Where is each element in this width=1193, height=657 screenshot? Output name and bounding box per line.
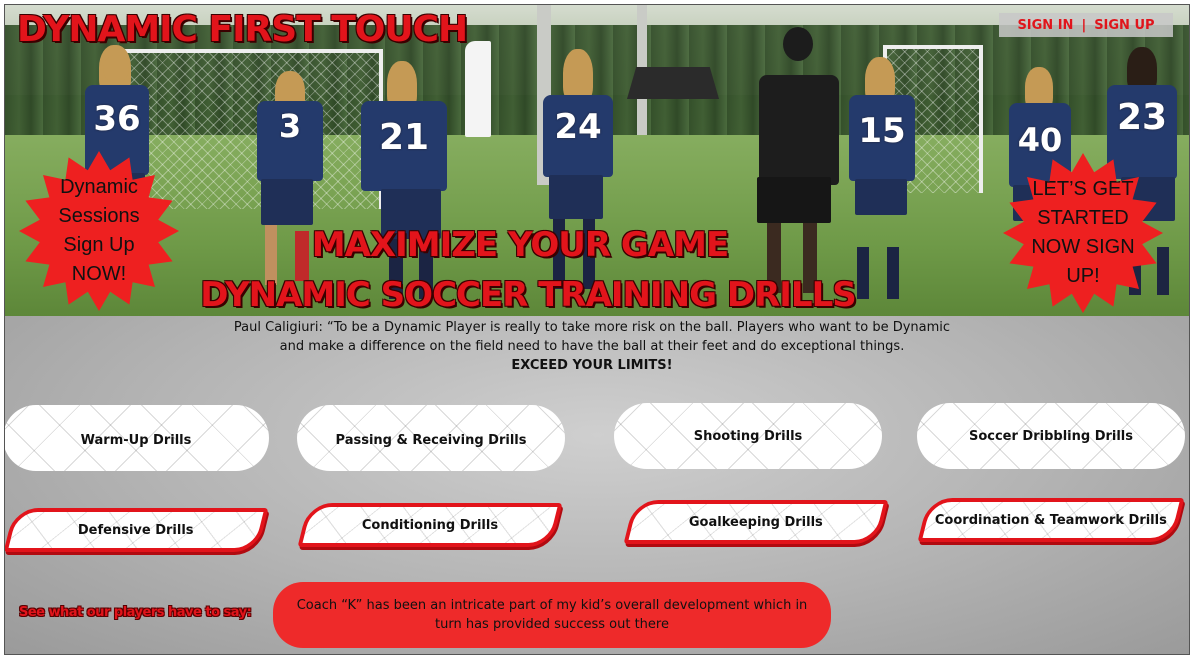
jersey-number: 3 (278, 107, 302, 145)
sign-in-link[interactable]: SIGN IN (1017, 18, 1073, 33)
player-figure (753, 27, 843, 315)
jersey-number: 15 (858, 111, 906, 151)
button-label: Goalkeeping Drills (689, 514, 823, 530)
hero-headline-line2: DYNAMIC SOCCER TRAINING DRILLS (200, 275, 856, 315)
soccer-dribbling-drills-button[interactable]: Soccer Dribbling Drills (917, 403, 1185, 469)
quote-line: Paul Caligiuri: “To be a Dynamic Player … (233, 320, 951, 335)
testimonial-text: Coach “K” has been an intricate part of … (296, 598, 808, 632)
goalkeeping-drills-button[interactable]: Goalkeeping Drills (623, 500, 889, 544)
caligiuri-quote: Paul Caligiuri: “To be a Dynamic Player … (5, 318, 1189, 375)
hero-headline-line1: MAXIMIZE YOUR GAME (311, 225, 729, 265)
auth-separator: | (1081, 17, 1087, 33)
button-label: Coordination & Teamwork Drills (935, 512, 1167, 528)
page-frame: 36 3 21 24 15 40 23 DYNAMIC FIRST TOUCH … (4, 4, 1190, 655)
defensive-drills-button[interactable]: Defensive Drills (5, 508, 269, 552)
passing-receiving-drills-button[interactable]: Passing & Receiving Drills (297, 405, 565, 471)
warm-up-drills-button[interactable]: Warm-Up Drills (5, 405, 269, 471)
button-label: Passing & Receiving Drills (335, 432, 527, 448)
jersey-number: 40 (1017, 121, 1063, 159)
hero-banner: 36 3 21 24 15 40 23 DYNAMIC FIRST TOUCH … (5, 5, 1189, 316)
button-label: Shooting Drills (693, 428, 803, 444)
jersey-number: 23 (1116, 97, 1168, 138)
shooting-drills-button[interactable]: Shooting Drills (614, 403, 882, 469)
conditioning-drills-button[interactable]: Conditioning Drills (297, 503, 563, 547)
sign-up-link[interactable]: SIGN UP (1094, 18, 1154, 33)
button-label: Soccer Dribbling Drills (968, 428, 1134, 444)
auth-links: SIGN IN | SIGN UP (999, 13, 1173, 37)
quote-line: and make a difference on the field need … (279, 339, 905, 354)
jersey-number: 21 (378, 117, 430, 158)
button-label: Warm-Up Drills (80, 432, 192, 448)
banner-flag (465, 41, 491, 137)
jersey-number: 36 (93, 99, 141, 139)
button-label: Conditioning Drills (361, 517, 499, 533)
button-label: Defensive Drills (78, 522, 194, 538)
site-title[interactable]: DYNAMIC FIRST TOUCH (17, 9, 468, 50)
testimonial-bubble: Coach “K” has been an intricate part of … (273, 582, 831, 648)
quote-tagline: EXCEED YOUR LIMITS! (511, 358, 673, 373)
drills-section: Paul Caligiuri: “To be a Dynamic Player … (5, 316, 1189, 654)
soccer-goal-left (123, 49, 383, 209)
jersey-number: 24 (554, 107, 602, 147)
coordination-teamwork-drills-button[interactable]: Coordination & Teamwork Drills (917, 498, 1185, 542)
testimonials-label: See what our players have to say: (19, 605, 252, 620)
